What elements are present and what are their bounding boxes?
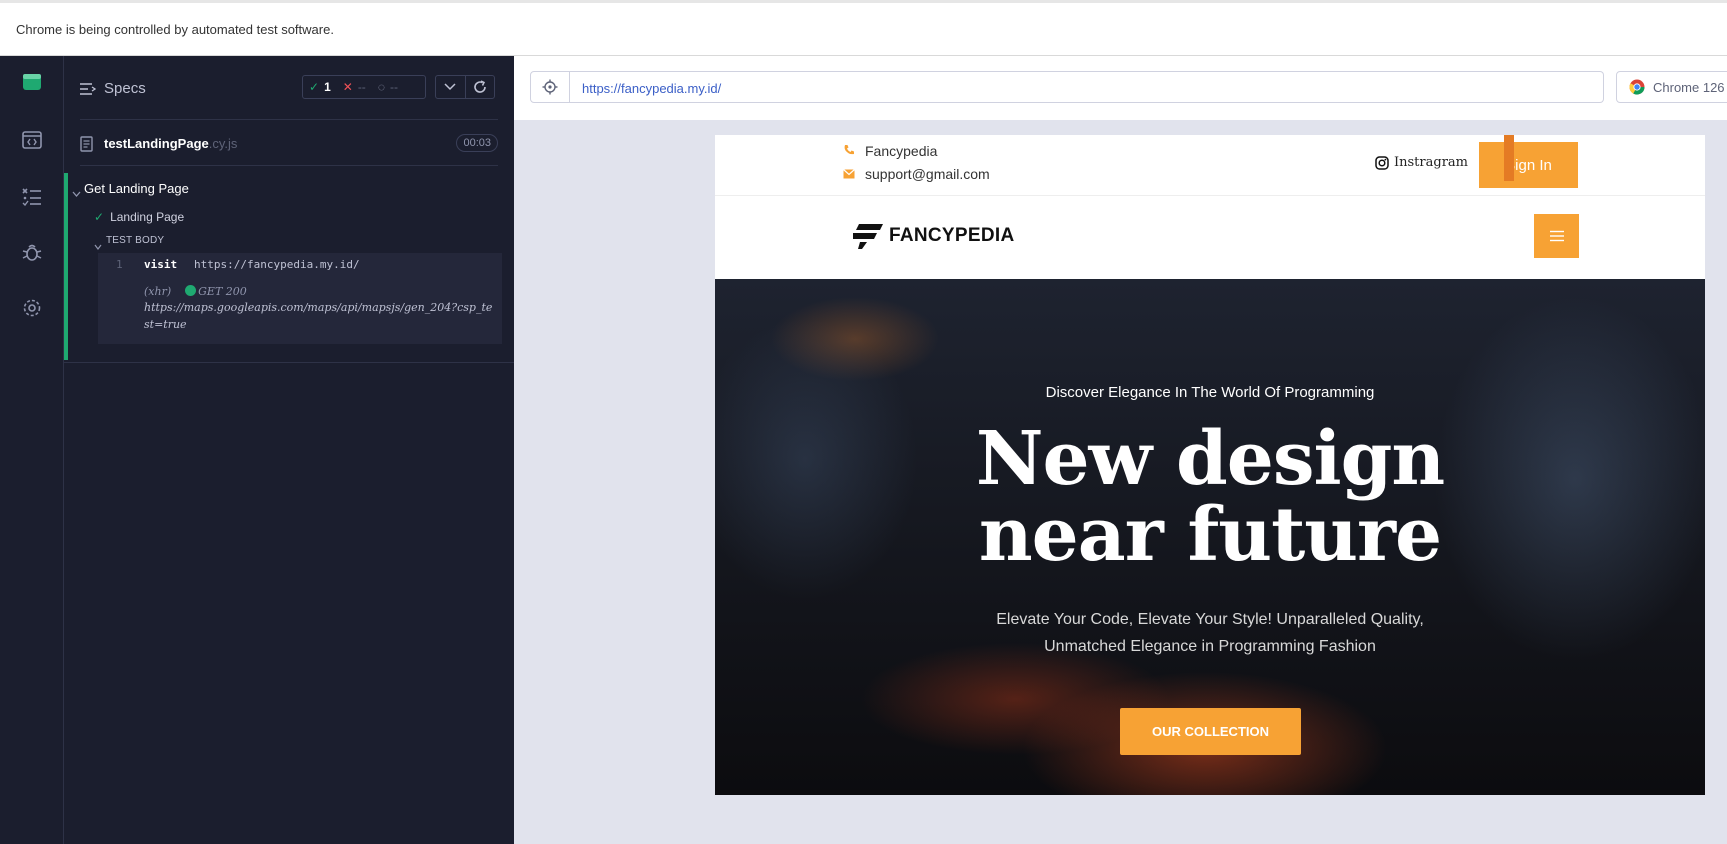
test-stats: ✓ 1 ✕ -- ◌ --: [302, 75, 426, 99]
browser-selector[interactable]: Chrome 126: [1616, 71, 1727, 103]
file-icon: [80, 136, 93, 157]
contact-email: support@gmail.com: [843, 166, 990, 182]
spec-file-basename: testLandingPage: [104, 136, 209, 151]
command-log-panel: Specs ✓ 1 ✕ -- ◌ -- testLandingPage.cy.j…: [64, 56, 514, 844]
spec-file-name: testLandingPage.cy.js: [104, 136, 237, 151]
app-under-test-area: https://fancypedia.my.id/ Chrome 126 Fan…: [514, 56, 1727, 844]
specs-toggle-label[interactable]: Specs: [104, 80, 146, 97]
failed-stat: ✕ --: [337, 80, 372, 94]
rerun-button[interactable]: [464, 76, 494, 98]
runs-nav-icon[interactable]: [18, 182, 46, 210]
automation-infobar: Chrome is being controlled by automated …: [0, 0, 1727, 56]
chrome-icon: [1629, 79, 1645, 95]
sidebar-rail: [0, 56, 64, 844]
command-name[interactable]: visit: [144, 258, 177, 271]
browser-label: Chrome 126: [1653, 79, 1725, 95]
aut-url-field[interactable]: https://fancypedia.my.id/: [570, 71, 1604, 103]
selector-playground-button[interactable]: [530, 71, 570, 103]
settings-gear-icon[interactable]: [18, 294, 46, 322]
email-text[interactable]: support@gmail.com: [865, 166, 990, 182]
hero-title-line-2: near future: [978, 492, 1442, 578]
check-icon: ✓: [309, 80, 320, 94]
spec-file-ext: .cy.js: [208, 136, 238, 151]
pending-stat: ◌ --: [372, 80, 404, 94]
instagram-icon: [1375, 155, 1389, 170]
phone-icon: [843, 143, 855, 159]
divider: [64, 362, 514, 363]
hamburger-icon: [1549, 230, 1564, 242]
passed-stat: ✓ 1: [303, 80, 337, 94]
xhr-url: https://maps.googleapis.com/maps/api/map…: [144, 301, 493, 331]
failed-count: --: [357, 80, 366, 94]
hero-title-line-1: New design: [975, 416, 1445, 502]
x-icon: ✕: [342, 80, 353, 94]
hero-title: New design near future: [715, 421, 1705, 573]
fancypedia-logo-icon: [853, 224, 883, 249]
menu-toggle-button[interactable]: [1534, 214, 1579, 258]
spec-file-row[interactable]: testLandingPage.cy.js 00:03: [80, 132, 498, 156]
contact-phone: Fancypedia: [843, 143, 937, 159]
phone-label: Fancypedia: [865, 143, 938, 159]
aut-header: https://fancypedia.my.id/ Chrome 126: [514, 56, 1727, 120]
suite-block: Get Landing Page ✓ Landing Page TEST BODY…: [64, 173, 514, 360]
xhr-row[interactable]: (xhr) GET 200: [144, 285, 247, 298]
reporter-controls: [435, 75, 495, 99]
spec-duration: 00:03: [456, 134, 498, 152]
iframe-scrollbar-thumb[interactable]: [1504, 135, 1514, 181]
hero-subtitle: Elevate Your Code, Elevate Your Style! U…: [996, 611, 1424, 655]
xhr-status: GET 200: [198, 285, 247, 298]
instagram-link[interactable]: Instragram: [1375, 155, 1468, 170]
sign-in-button[interactable]: Sign In: [1479, 142, 1578, 188]
specs-list-icon[interactable]: [80, 82, 97, 100]
screen: Chrome is being controlled by automated …: [0, 0, 1727, 844]
specs-nav-icon[interactable]: [18, 126, 46, 154]
site-topbar: Fancypedia support@gmail.com Instragram …: [715, 135, 1705, 196]
command-list: 1 visit https://fancypedia.my.id/ (xhr) G…: [98, 253, 502, 344]
reporter-header: Specs ✓ 1 ✕ -- ◌ --: [64, 56, 514, 120]
xhr-label: (xhr): [144, 285, 172, 298]
chevron-down-icon[interactable]: [72, 184, 81, 202]
divider: [80, 165, 498, 166]
test-title: Landing Page: [110, 210, 185, 224]
debug-bug-icon[interactable]: [18, 238, 46, 266]
pass-check-icon: ✓: [94, 210, 105, 224]
logo-text: FANCYPEDIA: [889, 225, 1015, 246]
suite-title[interactable]: Get Landing Page: [84, 181, 189, 196]
status-dot-icon: [185, 285, 197, 296]
site-navbar: FANCYPEDIA: [715, 197, 1705, 279]
aut-iframe: Fancypedia support@gmail.com Instragram …: [715, 135, 1705, 795]
refresh-icon: [474, 80, 486, 93]
test-item[interactable]: ✓ Landing Page: [94, 210, 184, 224]
collapse-button[interactable]: [436, 76, 465, 98]
hero-kicker: Discover Elegance In The World Of Progra…: [1045, 384, 1375, 401]
chevron-down-icon: [444, 83, 457, 91]
test-body-label: TEST BODY: [106, 235, 165, 246]
site-logo[interactable]: FANCYPEDIA: [853, 222, 1014, 250]
hero-section: Discover Elegance In The World Of Progra…: [715, 279, 1705, 795]
command-arg[interactable]: https://fancypedia.my.id/: [194, 258, 360, 271]
passed-count: 1: [324, 80, 331, 94]
pending-circle-icon: ◌: [377, 80, 385, 94]
our-collection-button[interactable]: OUR COLLECTION: [1120, 708, 1301, 755]
command-line-number: 1: [116, 258, 123, 271]
crosshair-icon: [542, 79, 558, 95]
mail-icon: [843, 166, 855, 182]
automation-infobar-text: Chrome is being controlled by automated …: [16, 22, 334, 37]
pending-count: --: [389, 80, 398, 94]
cypress-logo-icon[interactable]: [18, 68, 46, 96]
instagram-label: Instragram: [1394, 155, 1468, 170]
divider: [80, 119, 498, 120]
